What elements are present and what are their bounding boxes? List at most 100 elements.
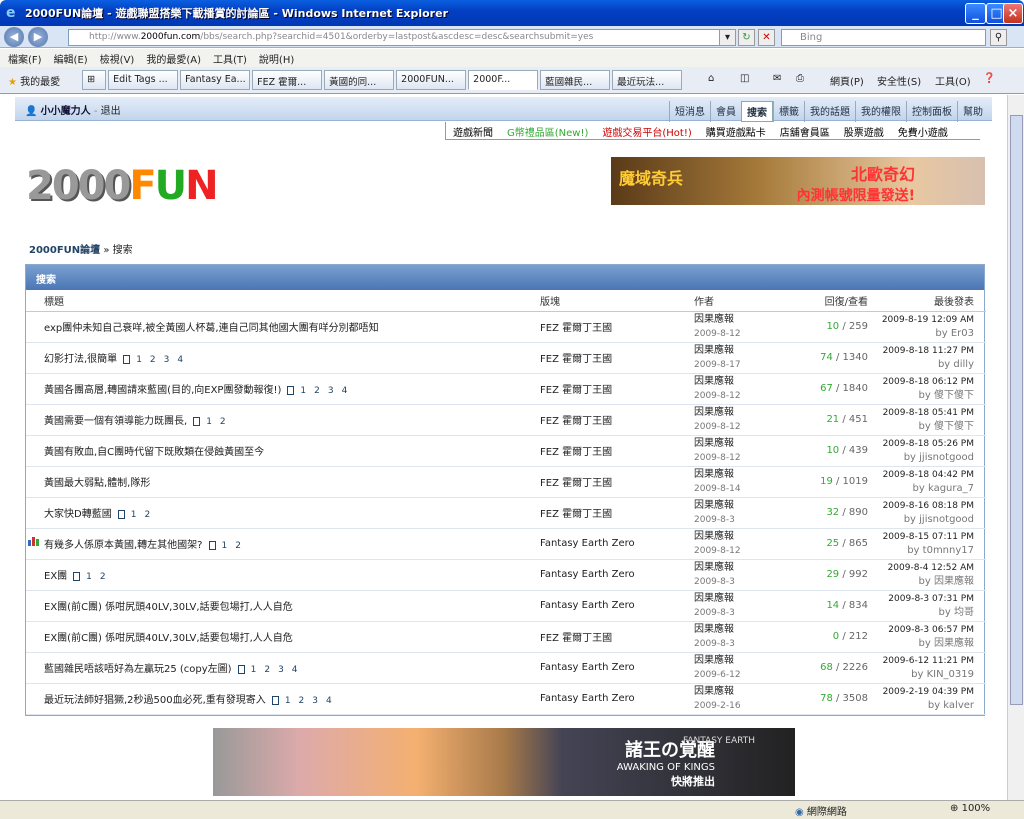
board-link[interactable]: Fantasy Earth Zero xyxy=(534,652,694,684)
last-post-user[interactable]: 均哥 xyxy=(954,607,974,618)
page-link[interactable]: 3 xyxy=(278,665,284,675)
author-link[interactable]: 因果應報 xyxy=(694,313,786,327)
game-link-shop[interactable]: 店舖會員區 xyxy=(773,122,837,139)
minimize-button[interactable]: _ xyxy=(965,3,986,24)
author-link[interactable]: 因果應報 xyxy=(694,344,786,358)
mail-icon[interactable]: ✉ xyxy=(773,73,781,84)
last-post-user[interactable]: kagura_7 xyxy=(928,483,974,494)
back-button[interactable]: ◀ xyxy=(4,26,24,47)
page-link[interactable]: 1 xyxy=(206,417,212,427)
thread-title-link[interactable]: 藍國雜民唔該唔好為左贏玩25 (copy左圖) xyxy=(44,664,232,675)
game-link-stock[interactable]: 股票遊戲 xyxy=(837,122,891,139)
board-link[interactable]: FEZ 霍爾丁王國 xyxy=(534,342,694,374)
author-link[interactable]: 因果應報 xyxy=(694,592,786,606)
last-post-time[interactable]: 2009-8-4 12:52 AM xyxy=(878,561,974,575)
last-post-time[interactable]: 2009-8-16 08:18 PM xyxy=(878,499,974,513)
board-link[interactable]: FEZ 霍爾丁王國 xyxy=(534,311,694,343)
refresh-button[interactable]: ↻ xyxy=(738,29,755,46)
page-link[interactable]: 3 xyxy=(164,355,170,365)
tab-yellow-nation[interactable]: 黃國的同... xyxy=(324,70,395,90)
page-link[interactable]: 1 xyxy=(251,665,257,675)
favorites-button[interactable]: ★ 我的最愛 xyxy=(8,73,60,88)
page-link[interactable]: 1 xyxy=(86,572,92,582)
game-link-cards[interactable]: 購買遊戲點卡 xyxy=(699,122,773,139)
page-link[interactable]: 1 xyxy=(131,510,137,520)
page-link[interactable]: 1 xyxy=(300,386,306,396)
search-go-button[interactable]: ⚲ xyxy=(990,29,1007,46)
last-post-user[interactable]: dilly xyxy=(953,359,974,370)
page-link[interactable]: 2 xyxy=(314,386,320,396)
page-link[interactable]: 2 xyxy=(100,572,106,582)
ad-banner-top[interactable]: 魔域奇兵 北歐奇幻 內測帳號限量發送! xyxy=(611,157,985,205)
breadcrumb-home[interactable]: 2000FUN論壇 xyxy=(29,245,100,256)
address-dropdown-button[interactable]: ▾ xyxy=(719,29,736,46)
last-post-time[interactable]: 2009-8-18 04:42 PM xyxy=(878,468,974,482)
page-link[interactable]: 4 xyxy=(342,386,348,396)
nav-search[interactable]: 搜索 xyxy=(741,101,773,122)
game-link-gift[interactable]: G幣禮品區(New!) xyxy=(500,122,595,139)
last-post-user[interactable]: 因果應報 xyxy=(934,638,974,649)
page-link[interactable]: 1 xyxy=(285,696,291,706)
nav-my-permissions[interactable]: 我的權限 xyxy=(855,101,906,122)
board-link[interactable]: FEZ 霍爾丁王國 xyxy=(534,497,694,529)
home-icon[interactable]: ⌂ xyxy=(708,73,714,84)
page-link[interactable]: 2 xyxy=(144,510,150,520)
last-post-user[interactable]: 傻下傻下 xyxy=(934,390,974,401)
game-link-free[interactable]: 免費小遊戲 xyxy=(891,122,955,139)
nav-tags[interactable]: 標籤 xyxy=(773,101,804,122)
last-post-time[interactable]: 2009-8-3 07:31 PM xyxy=(878,592,974,606)
search-input[interactable]: Bing xyxy=(781,29,986,46)
address-input[interactable]: http://www.2000fun.com/bbs/search.php?se… xyxy=(68,29,733,46)
board-link[interactable]: FEZ 霍爾丁王國 xyxy=(534,404,694,436)
nav-messages[interactable]: 短消息 xyxy=(669,101,710,122)
page-link[interactable]: 2 xyxy=(264,665,270,675)
last-post-time[interactable]: 2009-8-18 11:27 PM xyxy=(878,344,974,358)
board-link[interactable]: Fantasy Earth Zero xyxy=(534,559,694,591)
last-post-time[interactable]: 2009-8-18 06:12 PM xyxy=(878,375,974,389)
tab-recent-play[interactable]: 最近玩法... xyxy=(612,70,683,90)
author-link[interactable]: 因果應報 xyxy=(694,437,786,451)
page-link[interactable]: 1 xyxy=(222,541,228,551)
tab-blue-nation[interactable]: 藍國雜民... xyxy=(540,70,611,90)
thread-title-link[interactable]: 大家快D轉藍國 xyxy=(44,509,112,520)
rss-icon[interactable]: ◫ xyxy=(740,73,749,84)
tab-fantasy-earth[interactable]: Fantasy Ea... xyxy=(180,70,251,90)
username[interactable]: 小小魔力人 xyxy=(41,106,91,117)
page-link[interactable]: 4 xyxy=(177,355,183,365)
last-post-user[interactable]: Er03 xyxy=(951,328,974,339)
nav-help[interactable]: 幫助 xyxy=(957,101,988,122)
page-link[interactable]: 4 xyxy=(326,696,332,706)
nav-control-panel[interactable]: 控制面板 xyxy=(906,101,957,122)
thread-title-link[interactable]: 黃國各團高層,轉國請來藍國(目的,向EXP團發動報復!) xyxy=(44,385,281,396)
author-link[interactable]: 因果應報 xyxy=(694,685,786,699)
board-link[interactable]: Fantasy Earth Zero xyxy=(534,590,694,622)
last-post-time[interactable]: 2009-6-12 11:21 PM xyxy=(878,654,974,668)
zoom-control[interactable]: ⊕ 100% xyxy=(950,803,990,814)
last-post-time[interactable]: 2009-8-15 07:11 PM xyxy=(878,530,974,544)
page-link[interactable]: 2 xyxy=(235,541,241,551)
page-menu[interactable]: 網頁(P) xyxy=(830,73,864,88)
thread-title-link[interactable]: EX團(前C團) 係咁尻頭40LV,30LV,話要包場打,人人自危 xyxy=(44,602,293,613)
author-link[interactable]: 因果應報 xyxy=(694,468,786,482)
thread-title-link[interactable]: 幻影打法,很簡單 xyxy=(44,354,117,365)
thread-title-link[interactable]: exp團仲未知自己衰咩,被全黃國人杯葛,連自己同其他國大團有咩分別都唔知 xyxy=(44,323,379,334)
tab-edit-tags[interactable]: Edit Tags ... xyxy=(108,70,179,90)
page-link[interactable]: 2 xyxy=(220,417,226,427)
last-post-user[interactable]: 傻下傻下 xyxy=(934,421,974,432)
last-post-user[interactable]: t0mnny17 xyxy=(923,545,974,556)
last-post-time[interactable]: 2009-8-18 05:41 PM xyxy=(878,406,974,420)
last-post-user[interactable]: jjisnotgood xyxy=(919,452,974,463)
board-link[interactable]: FEZ 霍爾丁王國 xyxy=(534,373,694,405)
ad-banner-bottom[interactable]: 諸王の覚醒 AWAKING OF KINGS 快將推出 FANTASY EART… xyxy=(213,728,795,796)
last-post-time[interactable]: 2009-8-18 05:26 PM xyxy=(878,437,974,451)
logout-link[interactable]: 退出 xyxy=(101,106,121,117)
vertical-scrollbar[interactable] xyxy=(1007,95,1024,800)
page-link[interactable]: 4 xyxy=(292,665,298,675)
last-post-time[interactable]: 2009-8-19 12:09 AM xyxy=(878,313,974,327)
quick-tabs-button[interactable]: ⊞ xyxy=(82,70,107,90)
last-post-user[interactable]: KIN_0319 xyxy=(927,669,974,680)
menu-tools[interactable]: 工具(T) xyxy=(213,51,247,66)
author-link[interactable]: 因果應報 xyxy=(694,561,786,575)
board-link[interactable]: FEZ 霍爾丁王國 xyxy=(534,466,694,498)
last-post-user[interactable]: jjisnotgood xyxy=(919,514,974,525)
